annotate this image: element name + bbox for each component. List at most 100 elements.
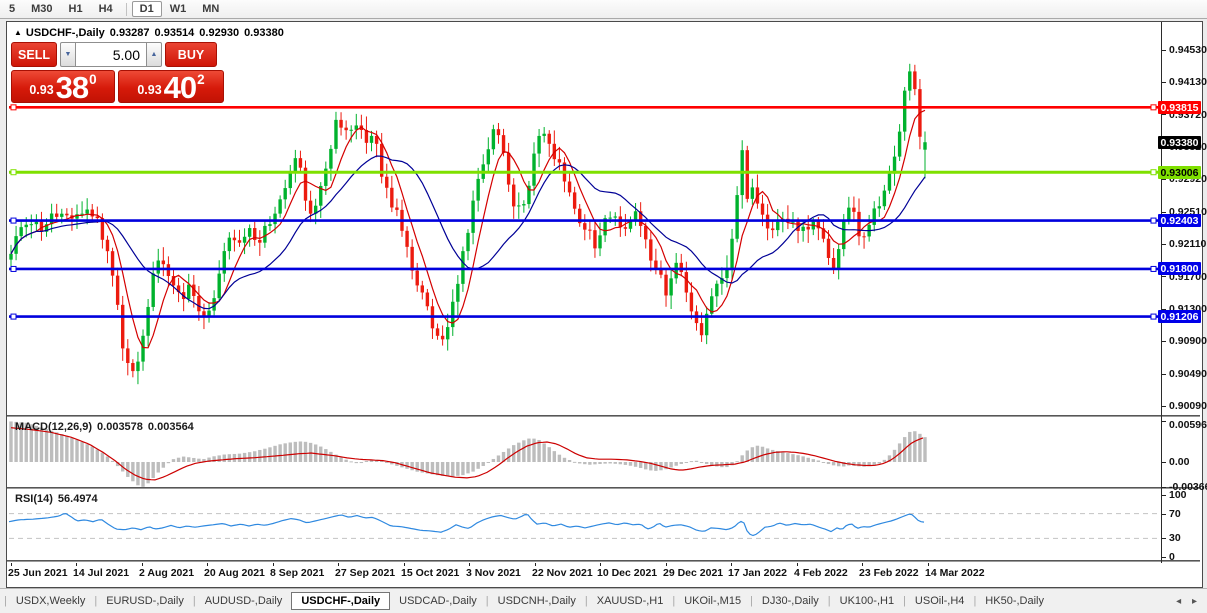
candle	[897, 131, 902, 157]
timeframe-button-d1[interactable]: D1	[131, 1, 162, 17]
date-tick	[404, 563, 405, 566]
macd-histogram-bar	[435, 462, 440, 476]
candle	[29, 224, 34, 226]
chart-tab-ukoil-m15[interactable]: UKOil-,M15	[675, 592, 750, 610]
candle	[390, 187, 394, 208]
macd-histogram-bar	[654, 462, 658, 471]
candle	[161, 260, 166, 265]
timeframe-button-mn[interactable]: MN	[194, 1, 227, 17]
candle	[237, 240, 242, 243]
date-tick-label: 2 Aug 2021	[139, 567, 195, 579]
macd-histogram-bar	[796, 455, 800, 462]
rsi-label: RSI(14) 56.4974	[15, 493, 103, 505]
candle	[588, 229, 592, 231]
line-handle[interactable]	[10, 104, 17, 111]
chart-tab-eurusd-daily[interactable]: EURUSD-,Daily	[97, 592, 193, 610]
chart-tab-usdcad-daily[interactable]: USDCAD-,Daily	[390, 592, 486, 610]
rsi-value: 56.4974	[57, 493, 98, 505]
buy-price-point: 2	[197, 72, 205, 87]
chart-tab-dj30-daily[interactable]: DJ30-,Daily	[753, 592, 828, 610]
chart-tabs-bar: | USDX,Weekly | EURUSD-,Daily | AUDUSD-,Daily…	[0, 588, 1207, 613]
line-handle[interactable]	[1150, 169, 1157, 176]
level-price-badge: 0.91206	[1158, 310, 1201, 323]
line-handle[interactable]	[1150, 104, 1157, 111]
chart-tab-usdx-weekly[interactable]: USDX,Weekly	[7, 592, 94, 610]
candle	[699, 323, 704, 336]
buy-price-panel[interactable]: 0.93 40 2	[118, 70, 224, 103]
macd-histogram-bar	[283, 443, 287, 462]
candle	[415, 270, 419, 286]
chart-tab-usoil-h4[interactable]: USOil-,H4	[906, 592, 974, 610]
candle	[567, 181, 572, 193]
timeframe-button-h4[interactable]: H4	[91, 1, 121, 17]
line-handle[interactable]	[1150, 265, 1157, 272]
candle	[19, 227, 23, 237]
candle	[369, 135, 374, 143]
sell-price-point: 0	[89, 72, 97, 87]
volume-decrease-button[interactable]: ▼	[60, 42, 76, 67]
candle	[826, 238, 831, 258]
pane-separator[interactable]	[7, 487, 1200, 489]
buy-button[interactable]: BUY	[165, 42, 217, 67]
chart-tab-usdchf-daily[interactable]: USDCHF-,Daily	[291, 592, 391, 610]
date-tick	[535, 563, 536, 566]
macd-histogram-bar	[136, 462, 140, 486]
macd-tick	[1162, 462, 1166, 463]
candle	[517, 205, 521, 207]
price-tick	[1162, 50, 1166, 51]
date-tick	[797, 563, 798, 566]
candle	[395, 207, 399, 210]
candle	[187, 284, 191, 300]
chart-tab-audusd-daily[interactable]: AUDUSD-,Daily	[196, 592, 292, 610]
date-tick-label: 14 Jul 2021	[73, 567, 130, 579]
chart-tab-usdcnh-daily[interactable]: USDCNH-,Daily	[489, 592, 585, 610]
macd-histogram-bar	[131, 462, 135, 482]
timeframe-button-h1[interactable]: H1	[61, 1, 91, 17]
chart-tab-uk100-h1[interactable]: UK100-,H1	[831, 592, 903, 610]
tab-scroll-arrows[interactable]: ◂ ▸	[1176, 596, 1201, 607]
price-tick	[1162, 374, 1166, 375]
candle	[862, 236, 866, 238]
timeframe-button-5[interactable]: 5	[1, 1, 23, 17]
macd-histogram-bar	[349, 461, 353, 463]
date-tick-label: 29 Dec 2021	[663, 567, 724, 579]
candle	[9, 253, 13, 260]
chart-tab-xauusd-h1[interactable]: XAUUSD-,H1	[588, 592, 673, 610]
line-handle[interactable]	[1150, 217, 1157, 224]
pane-separator[interactable]	[7, 415, 1200, 417]
candle	[105, 239, 110, 252]
date-tick-label: 4 Feb 2022	[794, 567, 848, 579]
candle	[598, 235, 602, 249]
rsi-indicator-pane[interactable]	[9, 490, 1161, 560]
macd-histogram-bar	[704, 462, 709, 464]
volume-input[interactable]: 5.00	[76, 42, 146, 67]
macd-histogram-bar	[882, 459, 887, 462]
collapse-icon[interactable]: ▲	[14, 28, 22, 37]
macd-histogram-bar	[156, 462, 160, 473]
timeframe-button-m30[interactable]: M30	[23, 1, 60, 17]
candle	[461, 251, 465, 284]
chart-tab-hk50-daily[interactable]: HK50-,Daily	[976, 592, 1053, 610]
timeframe-button-w1[interactable]: W1	[162, 1, 195, 17]
candle	[557, 159, 562, 163]
chart-window: 0.945300.941300.937200.933200.929200.925…	[6, 21, 1207, 588]
line-handle[interactable]	[10, 313, 17, 320]
candle	[491, 129, 496, 150]
sell-price-panel[interactable]: 0.93 38 0	[11, 70, 115, 103]
volume-increase-button[interactable]: ▲	[146, 42, 162, 67]
macd-histogram-bar	[613, 462, 617, 464]
line-handle[interactable]	[10, 169, 17, 176]
line-handle[interactable]	[10, 217, 17, 224]
candle	[842, 220, 846, 250]
line-handle[interactable]	[1150, 313, 1157, 320]
candle	[334, 119, 338, 149]
sell-button[interactable]: SELL	[11, 42, 57, 67]
macd-histogram-bar	[542, 443, 546, 462]
rsi-name: RSI(14)	[15, 493, 53, 505]
date-tick-label: 20 Aug 2021	[204, 567, 265, 579]
candle	[110, 251, 115, 276]
candle	[440, 335, 445, 340]
candle	[385, 176, 389, 188]
line-handle[interactable]	[10, 265, 17, 272]
pane-separator[interactable]	[7, 560, 1200, 562]
